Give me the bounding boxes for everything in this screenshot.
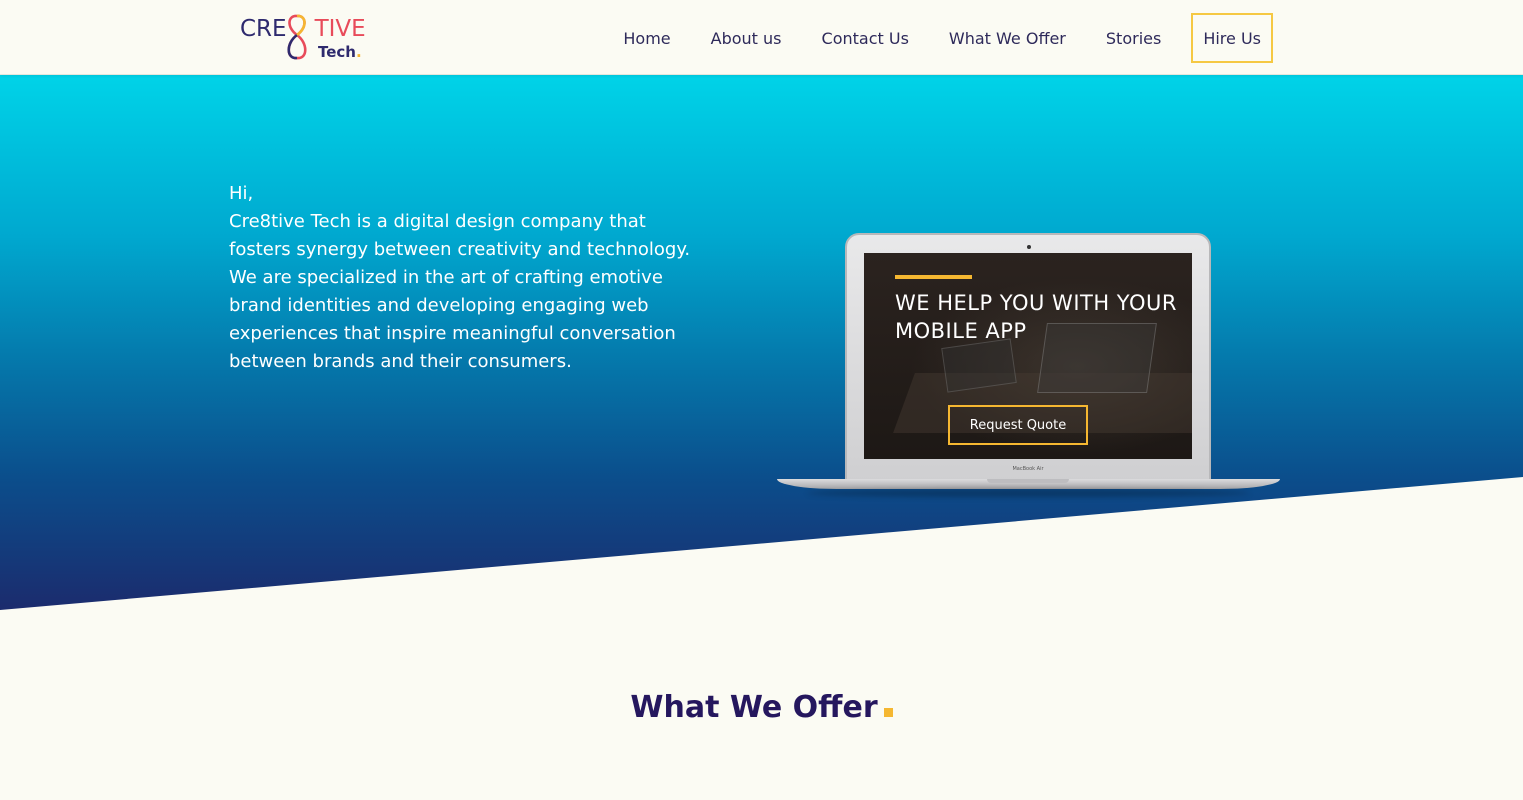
laptop-shadow (807, 489, 1250, 497)
laptop-lid: WE HELP YOU WITH YOUR MOBILE APP Request… (845, 233, 1211, 483)
what-we-offer-heading: What We Offer (0, 690, 1523, 725)
screen-notebook-image (941, 338, 1017, 393)
site-header: CRE TIVE Tech. Home About us Contact Us W… (0, 0, 1523, 75)
logo-eight-icon (287, 14, 307, 60)
nav-what-we-offer[interactable]: What We Offer (949, 29, 1066, 48)
hero-intro: Hi, Cre8tive Tech is a digital design co… (229, 180, 699, 376)
heading-accent-square (883, 708, 893, 717)
laptop-screen: WE HELP YOU WITH YOUR MOBILE APP Request… (864, 253, 1192, 459)
hero-greeting: Hi, (229, 183, 254, 204)
main-nav: Home About us Contact Us What We Offer S… (583, 13, 1273, 63)
device-label: MacBook Air (1012, 466, 1044, 472)
nav-about[interactable]: About us (711, 29, 782, 48)
laptop-camera (1027, 245, 1031, 249)
headline-accent-bar (895, 275, 972, 279)
nav-contact[interactable]: Contact Us (822, 29, 909, 48)
logo[interactable]: CRE TIVE Tech. (238, 12, 368, 64)
screen-headline: WE HELP YOU WITH YOUR MOBILE APP (895, 291, 1177, 343)
nav-stories[interactable]: Stories (1106, 29, 1161, 48)
hero-paragraph: Cre8tive Tech is a digital design compan… (229, 211, 691, 372)
hire-us-button[interactable]: Hire Us (1191, 13, 1273, 63)
laptop-notch (987, 479, 1069, 483)
nav-home[interactable]: Home (623, 29, 670, 48)
laptop-mockup: WE HELP YOU WITH YOUR MOBILE APP Request… (777, 233, 1280, 503)
logo-subword: Tech. (318, 43, 362, 61)
request-quote-button[interactable]: Request Quote (948, 405, 1088, 445)
